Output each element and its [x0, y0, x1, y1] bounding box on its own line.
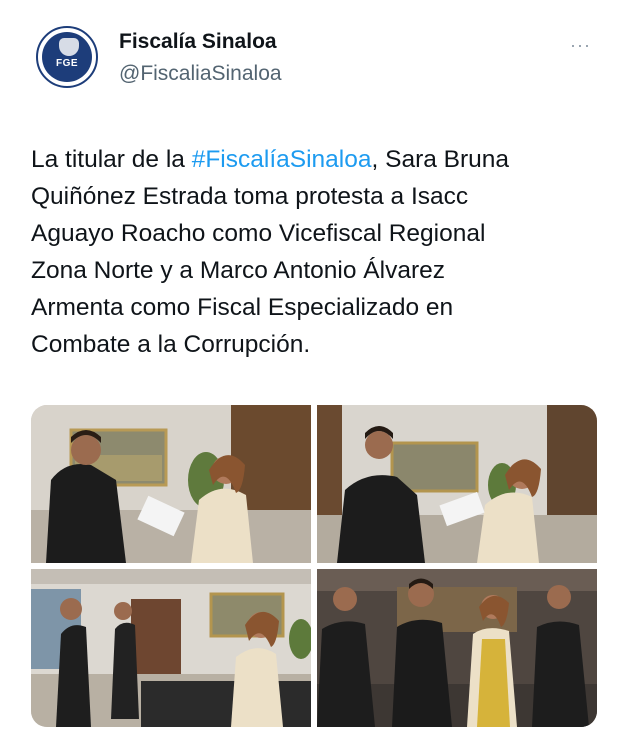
- tweet-line-5: Armenta como Fiscal Especializado en: [31, 294, 454, 321]
- tweet-line-3: Aguayo Roacho como Vicefiscal Regional: [31, 220, 486, 247]
- avatar-logo-text: FGE: [55, 58, 79, 69]
- tweet-body: La titular de la #FiscalíaSinaloa, Sara …: [31, 141, 606, 363]
- account-handle[interactable]: @FiscaliaSinaloa: [119, 62, 282, 86]
- tweet-text-segment: , Sara Bruna: [371, 146, 510, 173]
- hashtag-link[interactable]: #FiscalíaSinaloa: [192, 146, 372, 173]
- tweet-line-2: Quiñónez Estrada toma protesta a Isacc: [31, 183, 469, 210]
- tweet-header: FGE Fiscalía Sinaloa @FiscaliaSinaloa ··…: [0, 0, 628, 110]
- tweet-line-4: Zona Norte y a Marco Antonio Álvarez: [31, 257, 445, 284]
- tweet-photo-2[interactable]: [317, 405, 597, 563]
- tweet-photo-1[interactable]: [31, 405, 311, 563]
- more-dots-icon[interactable]: ···: [570, 35, 591, 56]
- tweet-line-6: Combate a la Corrupción.: [31, 331, 311, 358]
- tweet-photo-3[interactable]: [31, 569, 311, 727]
- account-name[interactable]: Fiscalía Sinaloa: [119, 30, 277, 54]
- tweet-text-segment: La titular de la: [31, 146, 192, 173]
- account-avatar[interactable]: FGE: [36, 26, 98, 88]
- tweet-line-1: La titular de la #FiscalíaSinaloa, Sara …: [31, 141, 606, 178]
- tweet-photo-4[interactable]: [317, 569, 597, 727]
